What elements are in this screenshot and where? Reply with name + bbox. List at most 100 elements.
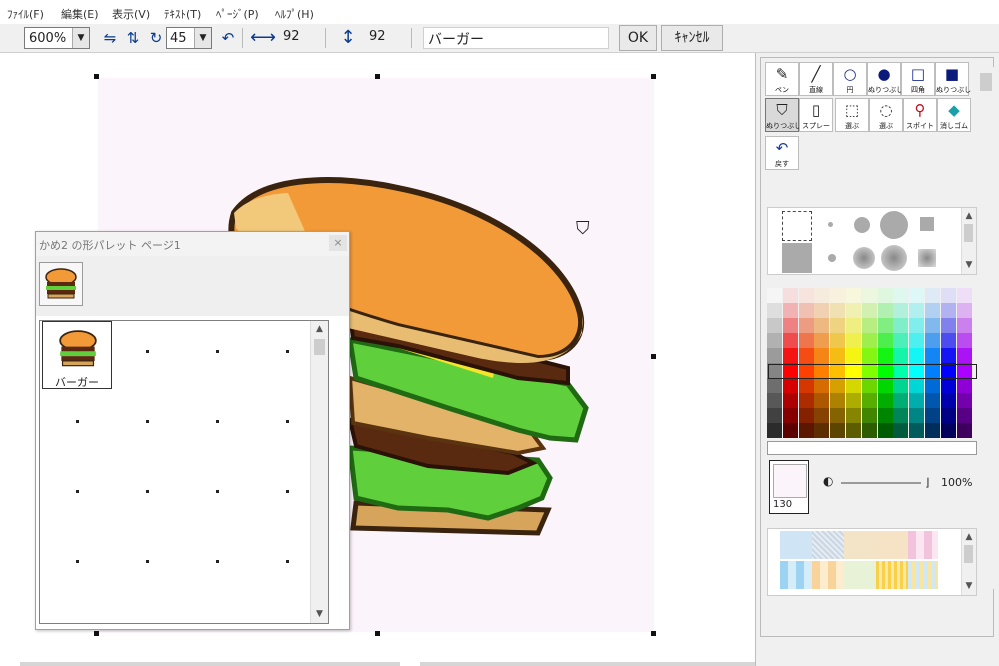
color-swatch[interactable] [925, 288, 940, 303]
pattern-swatch[interactable] [876, 531, 908, 559]
undo-button[interactable]: ↶ 戻す [765, 136, 799, 170]
color-swatch[interactable] [861, 423, 877, 438]
color-swatch[interactable] [830, 378, 846, 393]
color-swatch[interactable] [877, 423, 893, 438]
color-swatch[interactable] [846, 408, 861, 423]
color-swatch[interactable] [940, 348, 956, 363]
color-swatch[interactable] [814, 318, 830, 333]
color-swatch[interactable] [846, 333, 861, 348]
current-color[interactable]: 130 [769, 460, 809, 514]
resize-handle[interactable] [375, 631, 380, 636]
zoom-select[interactable]: 600% ▼ [24, 27, 90, 49]
color-swatch[interactable] [861, 333, 877, 348]
palette-scrollbar[interactable]: ▲ ▼ [310, 321, 328, 623]
color-swatch[interactable] [846, 378, 861, 393]
palette-title-bar[interactable]: かめ2 の形パレット ページ1 × [36, 232, 349, 256]
color-swatch[interactable] [861, 288, 877, 303]
color-swatch[interactable] [767, 348, 782, 363]
empty-cell[interactable] [216, 560, 219, 563]
empty-cell[interactable] [286, 560, 289, 563]
current-shape-thumbnail[interactable] [39, 262, 83, 306]
cancel-button[interactable]: ｷｬﾝｾﾙ [661, 25, 723, 51]
color-swatch[interactable] [814, 378, 830, 393]
flip-vertical-icon[interactable]: ⇅ [122, 27, 144, 49]
tool-circle[interactable]: ○ 円 [833, 62, 867, 96]
tool-filled-circle[interactable]: ● ぬりつぶし [867, 62, 903, 96]
resize-handle[interactable] [651, 631, 656, 636]
color-swatch[interactable] [909, 348, 925, 363]
color-swatch[interactable] [814, 288, 830, 303]
empty-cell[interactable] [146, 420, 149, 423]
color-swatch[interactable] [956, 303, 972, 318]
shape-cell-burger[interactable]: バーガー [42, 321, 112, 389]
color-swatch[interactable] [909, 408, 925, 423]
color-swatch[interactable] [893, 378, 909, 393]
color-swatch[interactable] [782, 423, 798, 438]
tool-spray[interactable]: ▯ スプレー [799, 98, 833, 132]
color-swatch[interactable] [909, 333, 925, 348]
resize-handle[interactable] [94, 631, 99, 636]
color-swatch[interactable] [861, 378, 877, 393]
color-swatch[interactable] [893, 348, 909, 363]
resize-handle[interactable] [651, 74, 656, 79]
color-swatch[interactable] [909, 423, 925, 438]
color-swatch[interactable] [846, 303, 861, 318]
color-swatch[interactable] [893, 423, 909, 438]
color-swatch[interactable] [940, 408, 956, 423]
brush-soft-square[interactable] [918, 249, 936, 267]
color-swatch[interactable] [767, 288, 782, 303]
color-swatch[interactable] [767, 303, 782, 318]
color-swatch[interactable] [909, 378, 925, 393]
color-swatch[interactable] [925, 378, 940, 393]
pattern-swatch[interactable] [876, 561, 908, 589]
color-swatch[interactable] [782, 393, 798, 408]
color-swatch[interactable] [877, 393, 893, 408]
color-swatch[interactable] [877, 303, 893, 318]
color-swatch[interactable] [798, 348, 814, 363]
rotate-icon[interactable]: ↻ [145, 27, 167, 49]
color-swatch[interactable] [877, 288, 893, 303]
color-swatch[interactable] [956, 393, 972, 408]
empty-cell[interactable] [146, 350, 149, 353]
opacity-slider-track[interactable] [841, 482, 921, 484]
scroll-down-icon[interactable]: ▼ [311, 606, 328, 623]
color-swatch[interactable] [956, 378, 972, 393]
color-swatch[interactable] [814, 408, 830, 423]
resize-handle[interactable] [375, 74, 380, 79]
color-swatch[interactable] [830, 288, 846, 303]
resize-handle[interactable] [94, 74, 99, 79]
color-swatch[interactable] [940, 423, 956, 438]
color-swatch[interactable] [814, 303, 830, 318]
brush-dot-selected[interactable] [782, 211, 812, 241]
color-swatch[interactable] [893, 393, 909, 408]
brush-dot[interactable] [828, 222, 833, 227]
color-swatch[interactable] [940, 303, 956, 318]
color-swatch[interactable] [782, 288, 798, 303]
ok-button[interactable]: OK [619, 25, 657, 51]
empty-cell[interactable] [216, 350, 219, 353]
color-swatch[interactable] [940, 318, 956, 333]
tool-line[interactable]: ╱ 直線 [799, 62, 833, 96]
color-swatch[interactable] [830, 348, 846, 363]
scroll-thumb[interactable] [980, 73, 992, 91]
color-swatch[interactable] [814, 423, 830, 438]
color-swatch[interactable] [956, 348, 972, 363]
empty-cell[interactable] [286, 350, 289, 353]
color-swatch[interactable] [798, 378, 814, 393]
scroll-down-icon[interactable]: ▼ [962, 578, 976, 595]
color-swatch[interactable] [861, 408, 877, 423]
color-swatch[interactable] [767, 378, 782, 393]
menu-view[interactable]: 表示(V) [112, 6, 150, 22]
scroll-down-icon[interactable]: ▼ [962, 257, 976, 274]
color-swatch[interactable] [877, 333, 893, 348]
flip-horizontal-icon[interactable]: ⇋ [99, 27, 121, 49]
color-swatch[interactable] [877, 408, 893, 423]
color-swatch[interactable] [767, 333, 782, 348]
close-icon[interactable]: × [329, 235, 347, 251]
tool-bucket[interactable]: ⛉ ぬりつぶし [765, 98, 801, 132]
undo-rotate-icon[interactable]: ↶ [217, 27, 239, 49]
scroll-up-icon[interactable]: ▲ [962, 208, 976, 225]
color-swatch[interactable] [861, 303, 877, 318]
color-swatch[interactable] [925, 333, 940, 348]
color-swatch[interactable] [830, 408, 846, 423]
